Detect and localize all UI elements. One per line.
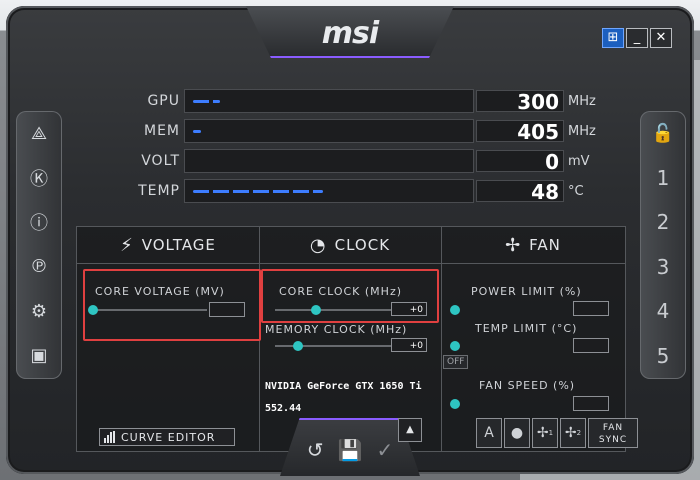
kombustor-icon[interactable]: ⟁: [16, 111, 62, 156]
memory-clock-label: MEMORY CLOCK (MHz): [265, 323, 408, 336]
stat-unit: °C: [568, 184, 584, 199]
info-icon[interactable]: ⓘ: [16, 200, 62, 245]
windows-icon[interactable]: ⊞: [602, 28, 624, 48]
fan-title: FAN: [529, 236, 561, 254]
fan-header: ✢ FAN: [441, 227, 625, 264]
lightning-icon: ⚡: [120, 234, 134, 256]
core-voltage-highlight: [83, 269, 261, 341]
top-cap[interactable]: msi: [246, 6, 454, 58]
minimize-button[interactable]: _: [626, 28, 648, 48]
stat-bar-fill: [193, 190, 323, 193]
fan-speed-knob[interactable]: [450, 399, 460, 409]
fan-1-button[interactable]: ✢ 1: [532, 418, 558, 448]
stat-row-gpu: GPU 300 MHz: [114, 86, 596, 116]
power-limit-input[interactable]: [573, 301, 609, 316]
memory-clock-knob[interactable]: [293, 341, 303, 351]
stat-value: 300: [476, 90, 564, 113]
right-sidebar: 🔓 1 2 3 4 5: [640, 111, 686, 379]
voltage-header: ⚡ VOLTAGE: [77, 227, 259, 264]
stat-unit: MHz: [568, 124, 596, 139]
clock-title: CLOCK: [334, 236, 391, 254]
clock-header: ◔ CLOCK: [259, 227, 441, 264]
stat-bar: [184, 89, 474, 113]
stat-value: 48: [476, 180, 564, 203]
fan-speed-label: FAN SPEED (%): [479, 379, 576, 392]
save-icon[interactable]: 💾: [338, 438, 363, 462]
k-boost-icon[interactable]: Ⓚ: [16, 156, 62, 201]
monitor-icon[interactable]: ▣: [16, 334, 62, 379]
close-button[interactable]: ✕: [650, 28, 672, 48]
fan-speed-input[interactable]: [573, 396, 609, 411]
power-limit-knob[interactable]: [450, 305, 460, 315]
fan-1-icon: ✢: [536, 425, 549, 441]
left-sidebar: ⟁ Ⓚ ⓘ ℗ ⚙ ▣: [16, 111, 62, 379]
voltage-title: VOLTAGE: [141, 236, 216, 254]
stat-value: 0: [476, 150, 564, 173]
stat-bar-fill: [193, 130, 202, 133]
stat-label: GPU: [147, 93, 180, 109]
fan-1-sub: 1: [548, 429, 554, 437]
expand-up-button[interactable]: ▲: [398, 418, 422, 442]
core-clock-highlight: [261, 269, 439, 323]
fan-sync-button[interactable]: FAN SYNC: [588, 418, 638, 448]
fan-2-sub: 2: [576, 429, 582, 437]
stat-bar: [184, 149, 474, 173]
stat-label: TEMP: [138, 183, 180, 199]
auto-fan-button[interactable]: A: [476, 418, 502, 448]
temp-limit-knob[interactable]: [450, 341, 460, 351]
profile-3-button[interactable]: 3: [640, 245, 686, 290]
profile-2-button[interactable]: 2: [640, 200, 686, 245]
power-limit-label: POWER LIMIT (%): [471, 285, 582, 298]
stat-bar: [184, 119, 474, 143]
driver-version: 552.44: [265, 403, 302, 414]
memory-clock-input[interactable]: +0: [391, 338, 427, 352]
voltage-section: ⚡ VOLTAGE CORE VOLTAGE (MV) CURVE EDITOR: [77, 227, 261, 451]
temp-limit-label: TEMP LIMIT (°C): [475, 322, 578, 335]
fan-mode-buttons: A ● ✢ 1 ✢ 2 FAN SYNC: [476, 418, 638, 448]
lock-icon[interactable]: 🔓: [640, 111, 686, 156]
stat-row-temp: TEMP 48 °C: [114, 176, 594, 206]
curve-editor-label: CURVE EDITOR: [121, 430, 216, 444]
curve-editor-button[interactable]: CURVE EDITOR: [99, 428, 235, 446]
fan-icon: ✢: [505, 234, 522, 256]
stat-row-volt: VOLT 0 mV: [114, 146, 594, 176]
speedometer-icon: ◔: [309, 234, 327, 256]
monitor-stats: GPU 300 MHz MEM 405 MHz VOLT 0 mV TEMP 4…: [114, 86, 596, 206]
temp-limit-input[interactable]: [573, 338, 609, 353]
profile-4-button[interactable]: 4: [640, 289, 686, 334]
apply-icon[interactable]: ✓: [376, 438, 393, 462]
stat-bar-fill: [193, 100, 220, 103]
stat-value: 405: [476, 120, 564, 143]
stat-unit: mV: [568, 154, 590, 169]
profile-1-button[interactable]: 1: [640, 156, 686, 201]
link-off-toggle[interactable]: OFF: [443, 355, 469, 369]
stat-unit: MHz: [568, 94, 596, 109]
fan-2-icon: ✢: [564, 425, 577, 441]
stat-row-mem: MEM 405 MHz: [114, 116, 596, 146]
gpu-name: NVIDIA GeForce GTX 1650 Ti: [265, 381, 422, 392]
oc-scanner-icon[interactable]: ℗: [16, 245, 62, 290]
window-controls: ⊞ _ ✕: [602, 28, 672, 48]
stat-label: MEM: [143, 123, 180, 139]
reset-icon[interactable]: ↺: [307, 438, 324, 462]
fan-2-button[interactable]: ✢ 2: [560, 418, 586, 448]
stat-bar: [184, 179, 474, 203]
msi-logo: msi: [321, 16, 379, 51]
settings-gear-icon[interactable]: ⚙: [16, 289, 62, 334]
afterburner-window: msi ⊞ _ ✕ ⟁ Ⓚ ⓘ ℗ ⚙ ▣ 🔓 1 2 3 4 5 GPU 30…: [6, 6, 694, 476]
bar-graph-icon: [104, 431, 115, 443]
user-fan-icon[interactable]: ●: [504, 418, 530, 448]
profile-5-button[interactable]: 5: [640, 334, 686, 379]
stat-label: VOLT: [141, 153, 180, 169]
